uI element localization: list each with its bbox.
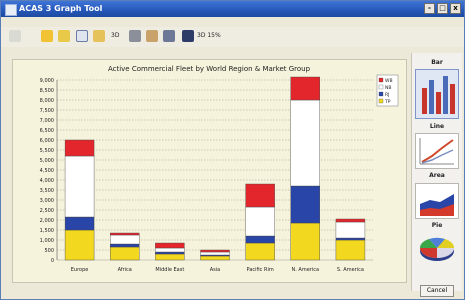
bar-segment <box>245 235 275 244</box>
y-tick-label: 4,000 <box>40 178 54 184</box>
y-tick-label: 8,000 <box>40 98 54 104</box>
bar-segment <box>110 243 140 248</box>
x-category-label: Africa <box>118 267 132 273</box>
x-category-label: N. America <box>292 267 320 273</box>
bar-segment <box>155 253 185 261</box>
y-tick-label: 1,000 <box>40 238 54 244</box>
line-chart-type-icon <box>419 138 454 165</box>
bar-segment <box>245 183 275 208</box>
y-tick-label: 9,000 <box>40 78 54 84</box>
bar-segment <box>64 155 95 218</box>
legend-label: TP <box>384 99 391 105</box>
minimize-button[interactable]: - <box>424 3 435 14</box>
area-chart-type-icon <box>420 194 454 216</box>
y-tick-label: 6,000 <box>40 138 54 144</box>
toolbar: 3D 3D 15% <box>1 27 464 47</box>
refresh-icon[interactable] <box>58 30 70 42</box>
y-tick-label: 1,500 <box>40 228 54 234</box>
bar-segment <box>64 216 95 231</box>
pie-chart-type-icon <box>419 237 455 261</box>
legend-swatch <box>378 84 384 90</box>
legend-label: RJ <box>385 92 389 98</box>
bar-segment <box>290 76 320 101</box>
x-category-label: Asia <box>210 267 220 273</box>
select-tool-icon[interactable] <box>9 30 21 42</box>
y-tick-label: 5,500 <box>40 148 54 154</box>
window-title: ACAS 3 Graph Tool <box>19 4 103 13</box>
close-button[interactable]: x <box>450 3 461 14</box>
y-tick-label: 0 <box>51 258 54 264</box>
area-chart-type-button[interactable] <box>415 183 459 219</box>
bar-segment <box>200 255 230 261</box>
bar-segment <box>200 249 230 253</box>
chart-title: Active Commercial Fleet by World Region … <box>108 65 311 73</box>
view-3d-button[interactable]: 3D <box>111 32 119 40</box>
y-tick-label: 3,500 <box>40 188 54 194</box>
x-category-label: Pacific Rim <box>247 267 274 273</box>
save-icon[interactable] <box>182 30 194 42</box>
x-category-label: S. America <box>337 267 364 273</box>
zoom-icon[interactable] <box>76 30 88 42</box>
bar-segment <box>245 206 275 237</box>
bar-chart-type-button[interactable] <box>415 69 459 119</box>
export-icon[interactable] <box>163 30 175 42</box>
y-tick-label: 2,500 <box>40 208 54 214</box>
bar-segment <box>155 251 185 255</box>
bar-chart: Active Commercial Fleet by World Region … <box>40 65 399 273</box>
chart-area: Active Commercial Fleet by World Region … <box>12 59 407 283</box>
bar-segment <box>335 218 366 223</box>
bar-segment <box>335 221 366 239</box>
line-chart-type-button[interactable] <box>415 133 459 169</box>
x-category-label: Middle East <box>155 267 184 273</box>
app-icon <box>5 4 17 16</box>
pie-chart-label: Pie <box>431 222 443 229</box>
y-tick-label: 7,000 <box>40 118 54 124</box>
bar-segment <box>200 251 230 256</box>
y-tick-label: 500 <box>44 248 54 254</box>
cancel-button[interactable]: Cancel <box>420 285 454 297</box>
area-chart-label: Area <box>429 172 445 179</box>
copy-icon[interactable] <box>93 30 105 42</box>
x-category-label: Europe <box>71 267 89 273</box>
maximize-button[interactable]: □ <box>437 3 448 14</box>
legend-swatch <box>378 91 384 97</box>
bar-chart-type-icon <box>422 76 455 114</box>
y-tick-label: 4,500 <box>40 168 54 174</box>
bar-segment <box>290 99 320 187</box>
bar-segment <box>290 222 320 261</box>
y-tick-label: 5,000 <box>40 158 54 164</box>
legend-label: NB <box>385 85 391 91</box>
bar-segment <box>64 229 95 261</box>
bar-segment <box>64 139 95 157</box>
bar-segment <box>335 237 366 241</box>
graph-tool-window: ACAS 3 Graph Tool - □ x 3D 3D 15% Active… <box>0 0 465 300</box>
legend-swatch <box>378 77 384 83</box>
zoom-level[interactable]: 3D 15% <box>197 32 221 40</box>
chart-settings-icon[interactable] <box>129 30 141 42</box>
bar-segment <box>155 247 185 253</box>
line-chart-label: Line <box>429 123 445 130</box>
y-tick-label: 6,500 <box>40 128 54 134</box>
bar-segment <box>335 239 366 261</box>
y-tick-label: 2,000 <box>40 218 54 224</box>
bar-chart-label: Bar <box>431 59 443 66</box>
legend-swatch <box>378 98 384 104</box>
print-icon[interactable] <box>146 30 158 42</box>
open-folder-icon[interactable] <box>41 30 53 42</box>
title-bar[interactable]: ACAS 3 Graph Tool - □ x <box>1 1 464 17</box>
y-tick-label: 7,500 <box>40 108 54 114</box>
legend-label: WB <box>385 78 393 84</box>
pie-chart-type-button[interactable] <box>415 233 459 267</box>
y-tick-label: 3,000 <box>40 198 54 204</box>
bar-segment <box>110 232 140 236</box>
bar-segment <box>155 242 185 249</box>
bar-segment <box>110 234 140 245</box>
bar-segment <box>290 185 320 224</box>
chart-type-panel: Bar Line Area Pie <box>411 53 462 291</box>
y-tick-label: 8,500 <box>40 88 54 94</box>
bar-segment <box>245 242 275 261</box>
bar-segment <box>110 246 140 261</box>
